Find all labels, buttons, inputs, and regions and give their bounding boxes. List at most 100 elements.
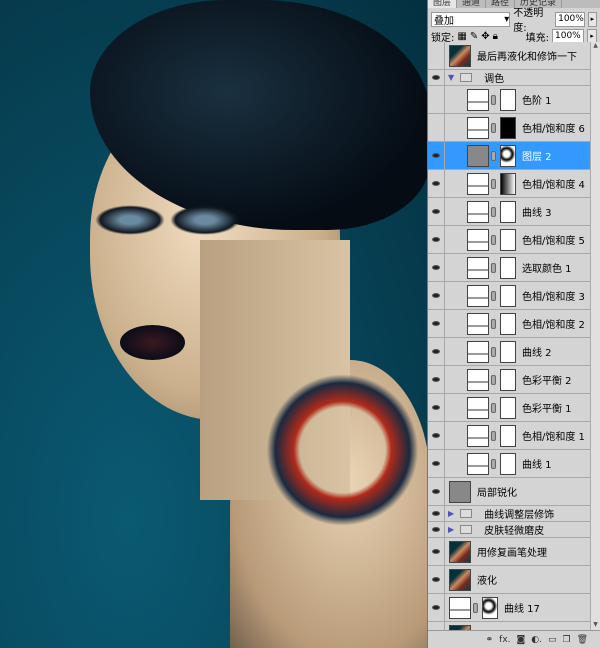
visibility-toggle[interactable] [428, 522, 445, 537]
layer-mask-thumbnail[interactable] [500, 144, 516, 167]
link-icon[interactable] [491, 122, 496, 133]
layer-row[interactable]: 背景🔒︎ [428, 622, 591, 630]
scroll-up-icon[interactable]: ▲ [591, 42, 600, 49]
visibility-toggle[interactable] [428, 198, 445, 225]
link-icon[interactable] [491, 346, 496, 357]
link-icon[interactable] [491, 430, 496, 441]
visibility-toggle[interactable] [428, 538, 445, 565]
trash-icon[interactable]: 🗑 [577, 635, 588, 645]
visibility-toggle[interactable] [428, 450, 445, 477]
adjustment-icon[interactable]: ◐. [531, 635, 542, 645]
visibility-toggle[interactable] [428, 170, 445, 197]
visibility-toggle[interactable] [428, 422, 445, 449]
expand-down-icon[interactable]: ▼ [448, 73, 454, 82]
layer-mask-thumbnail[interactable] [500, 368, 516, 391]
scroll-down-icon[interactable]: ▼ [591, 621, 600, 628]
expand-right-icon[interactable]: ▶ [448, 509, 454, 518]
layer-mask-thumbnail[interactable] [500, 88, 516, 111]
layer-row[interactable]: 液化 [428, 566, 591, 594]
tab-layers[interactable]: 图层 [428, 0, 458, 8]
layer-row[interactable]: ▶ 曲线调整层修饰 [428, 506, 591, 522]
layer-row[interactable]: 曲线 1 [428, 450, 591, 478]
link-icon[interactable] [491, 234, 496, 245]
lock-transparent-icon[interactable]: ▦ [457, 31, 466, 42]
scrollbar[interactable]: ▲ ▼ [590, 42, 600, 630]
visibility-toggle[interactable] [428, 226, 445, 253]
link-icon[interactable] [491, 290, 496, 301]
tab-channels[interactable]: 通道 [457, 0, 487, 8]
link-icon[interactable] [491, 94, 496, 105]
layer-row[interactable]: 图层 2 [428, 142, 591, 170]
layer-mask-thumbnail[interactable] [500, 284, 516, 307]
expand-right-icon[interactable]: ▶ [448, 525, 454, 534]
layer-row[interactable]: 选取颜色 1 [428, 254, 591, 282]
link-icon[interactable] [491, 374, 496, 385]
link-icon[interactable] [473, 602, 478, 613]
layer-mask-thumbnail[interactable] [500, 256, 516, 279]
layer-row[interactable]: 曲线 17 [428, 594, 591, 622]
layer-mask-thumbnail[interactable] [500, 200, 516, 223]
visibility-toggle[interactable] [428, 594, 445, 621]
layer-row[interactable]: 色相/饱和度 2 [428, 310, 591, 338]
layer-mask-thumbnail[interactable] [500, 228, 516, 251]
lock-brush-icon[interactable]: ✎ [470, 31, 478, 42]
group-icon[interactable]: ▭ [548, 635, 557, 645]
layer-thumbnail [467, 340, 489, 363]
opacity-slider-button[interactable]: ▸ [587, 11, 598, 27]
layer-mask-thumbnail[interactable] [500, 424, 516, 447]
visibility-toggle[interactable] [428, 366, 445, 393]
layer-mask-thumbnail[interactable] [500, 172, 516, 195]
layer-row[interactable]: ▼ 调色 [428, 70, 591, 86]
layer-mask-thumbnail[interactable] [500, 340, 516, 363]
link-icon[interactable] [491, 458, 496, 469]
layer-mask-thumbnail[interactable] [500, 396, 516, 419]
link-icon[interactable] [491, 206, 496, 217]
layer-row[interactable]: ▶ 皮肤轻微磨皮 [428, 522, 591, 538]
visibility-toggle[interactable] [428, 254, 445, 281]
fx-icon[interactable]: fx. [499, 635, 510, 645]
visibility-toggle[interactable] [428, 506, 445, 521]
visibility-toggle[interactable] [428, 142, 445, 169]
layer-row[interactable]: 局部锐化 [428, 478, 591, 506]
visibility-toggle[interactable] [428, 42, 445, 69]
layer-mask-thumbnail[interactable] [500, 452, 516, 475]
visibility-toggle[interactable] [428, 394, 445, 421]
visibility-toggle[interactable] [428, 566, 445, 593]
link-icon[interactable] [491, 318, 496, 329]
visibility-toggle[interactable] [428, 282, 445, 309]
visibility-toggle[interactable] [428, 86, 445, 113]
layer-row[interactable]: 用修复画笔处理 [428, 538, 591, 566]
visibility-toggle[interactable] [428, 70, 445, 85]
layer-row[interactable]: 色彩平衡 2 [428, 366, 591, 394]
link-icon[interactable] [491, 150, 496, 161]
layer-row[interactable]: 色彩平衡 1 [428, 394, 591, 422]
layer-row[interactable]: 色阶 1 [428, 86, 591, 114]
opacity-input[interactable]: 100% [555, 11, 585, 27]
lock-move-icon[interactable]: ✥ [481, 31, 489, 42]
visibility-toggle[interactable] [428, 310, 445, 337]
visibility-toggle[interactable] [428, 622, 445, 630]
layer-row[interactable]: 最后再液化和修饰一下 [428, 42, 591, 70]
link-icon[interactable] [491, 262, 496, 273]
layer-mask-thumbnail[interactable] [500, 116, 516, 139]
visibility-toggle[interactable] [428, 114, 445, 141]
blend-mode-select[interactable]: 叠加 ▾ [431, 11, 511, 27]
mask-icon[interactable]: ◙ [517, 635, 526, 645]
link-icon[interactable] [491, 178, 496, 189]
layer-row[interactable]: 曲线 3 [428, 198, 591, 226]
visibility-toggle[interactable] [428, 478, 445, 505]
layer-row[interactable]: 色相/饱和度 1 [428, 422, 591, 450]
tab-paths[interactable]: 路径 [486, 0, 516, 8]
layer-row[interactable]: 色相/饱和度 6 [428, 114, 591, 142]
layer-row[interactable]: 曲线 2 [428, 338, 591, 366]
layer-row[interactable]: 色相/饱和度 5 [428, 226, 591, 254]
new-layer-icon[interactable]: ❐ [562, 635, 570, 645]
visibility-toggle[interactable] [428, 338, 445, 365]
layer-mask-thumbnail[interactable] [500, 312, 516, 335]
link-icon[interactable] [491, 402, 496, 413]
layer-row[interactable]: 色相/饱和度 4 [428, 170, 591, 198]
lock-all-icon[interactable]: 🔒︎ [493, 31, 498, 42]
layer-row[interactable]: 色相/饱和度 3 [428, 282, 591, 310]
link-icon[interactable]: ⚭ [486, 635, 494, 645]
layer-mask-thumbnail[interactable] [482, 596, 498, 619]
